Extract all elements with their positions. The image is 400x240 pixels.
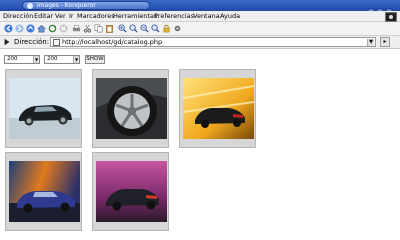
security-lock-icon[interactable] <box>162 24 171 33</box>
thumbnail-3[interactable] <box>179 69 256 148</box>
menu-ver[interactable]: Ver <box>55 12 66 21</box>
url-input[interactable] <box>62 38 362 46</box>
car-photo-5 <box>96 161 167 222</box>
width-input[interactable] <box>7 56 35 63</box>
page-favicon <box>53 39 60 46</box>
back-icon[interactable] <box>4 24 13 33</box>
menu-ventana[interactable]: Ventana <box>193 12 220 21</box>
go-button[interactable]: ▸ <box>380 37 390 47</box>
window-title-tab[interactable]: images - Konqueror <box>22 1 150 10</box>
copy-icon[interactable] <box>94 24 103 33</box>
width-dropdown-arrow[interactable]: ▼ <box>33 56 39 63</box>
car-photo-2 <box>96 78 167 139</box>
cut-icon[interactable] <box>83 24 92 33</box>
menu-ayuda[interactable]: Ayuda <box>220 12 240 21</box>
show-button[interactable]: SHOW <box>85 55 105 64</box>
menu-herramientas[interactable]: Herramientas <box>113 12 157 21</box>
thumbnail-2[interactable] <box>92 69 169 148</box>
height-select[interactable]: ▼ <box>44 55 80 64</box>
home-icon[interactable] <box>37 24 46 33</box>
url-history-dropdown[interactable]: ▼ <box>367 39 374 46</box>
location-label: Dirección: <box>14 38 50 46</box>
fit-page-icon[interactable] <box>151 24 160 33</box>
reload-icon[interactable] <box>48 24 57 33</box>
settings-icon[interactable] <box>173 24 182 33</box>
print-icon[interactable] <box>72 24 81 33</box>
window-title: images - Konqueror <box>37 2 96 9</box>
car-photo-1 <box>9 78 80 139</box>
paste-icon[interactable] <box>105 24 114 33</box>
zoom-out-icon[interactable] <box>140 24 149 33</box>
menu-direccion[interactable]: Dirección <box>3 12 33 21</box>
up-icon[interactable] <box>26 24 35 33</box>
menu-ir[interactable]: Ir <box>69 12 74 21</box>
browser-window: images - Konqueror Dirección Editar Ver … <box>0 0 400 240</box>
car-photo-3 <box>183 78 254 139</box>
konqueror-icon <box>27 3 33 9</box>
main-toolbar <box>0 22 400 36</box>
menu-marcadores[interactable]: Marcadores <box>77 12 115 21</box>
car-photo-4 <box>9 161 80 222</box>
height-dropdown-arrow[interactable]: ▼ <box>73 56 79 63</box>
menu-bar: Dirección Editar Ver Ir Marcadores Herra… <box>0 11 400 22</box>
zoom-reset-icon[interactable] <box>129 24 138 33</box>
kde-activity-icon <box>385 12 397 22</box>
menu-editar[interactable]: Editar <box>34 12 53 21</box>
window-controls <box>366 1 396 16</box>
title-bar: images - Konqueror <box>0 0 400 16</box>
forward-icon[interactable] <box>15 24 24 33</box>
stop-icon[interactable] <box>59 24 68 33</box>
height-input[interactable] <box>47 56 75 63</box>
menu-preferencias[interactable]: Preferencias <box>154 12 194 21</box>
thumbnail-5[interactable] <box>92 152 169 231</box>
thumbnail-1[interactable] <box>5 69 82 148</box>
url-field[interactable]: ▼ <box>50 37 376 47</box>
clear-location-icon[interactable] <box>3 38 11 46</box>
width-select[interactable]: ▼ <box>4 55 40 64</box>
zoom-in-icon[interactable] <box>118 24 127 33</box>
thumbnail-4[interactable] <box>5 152 82 231</box>
location-bar: Dirección: ▼ ▸ <box>0 36 400 49</box>
